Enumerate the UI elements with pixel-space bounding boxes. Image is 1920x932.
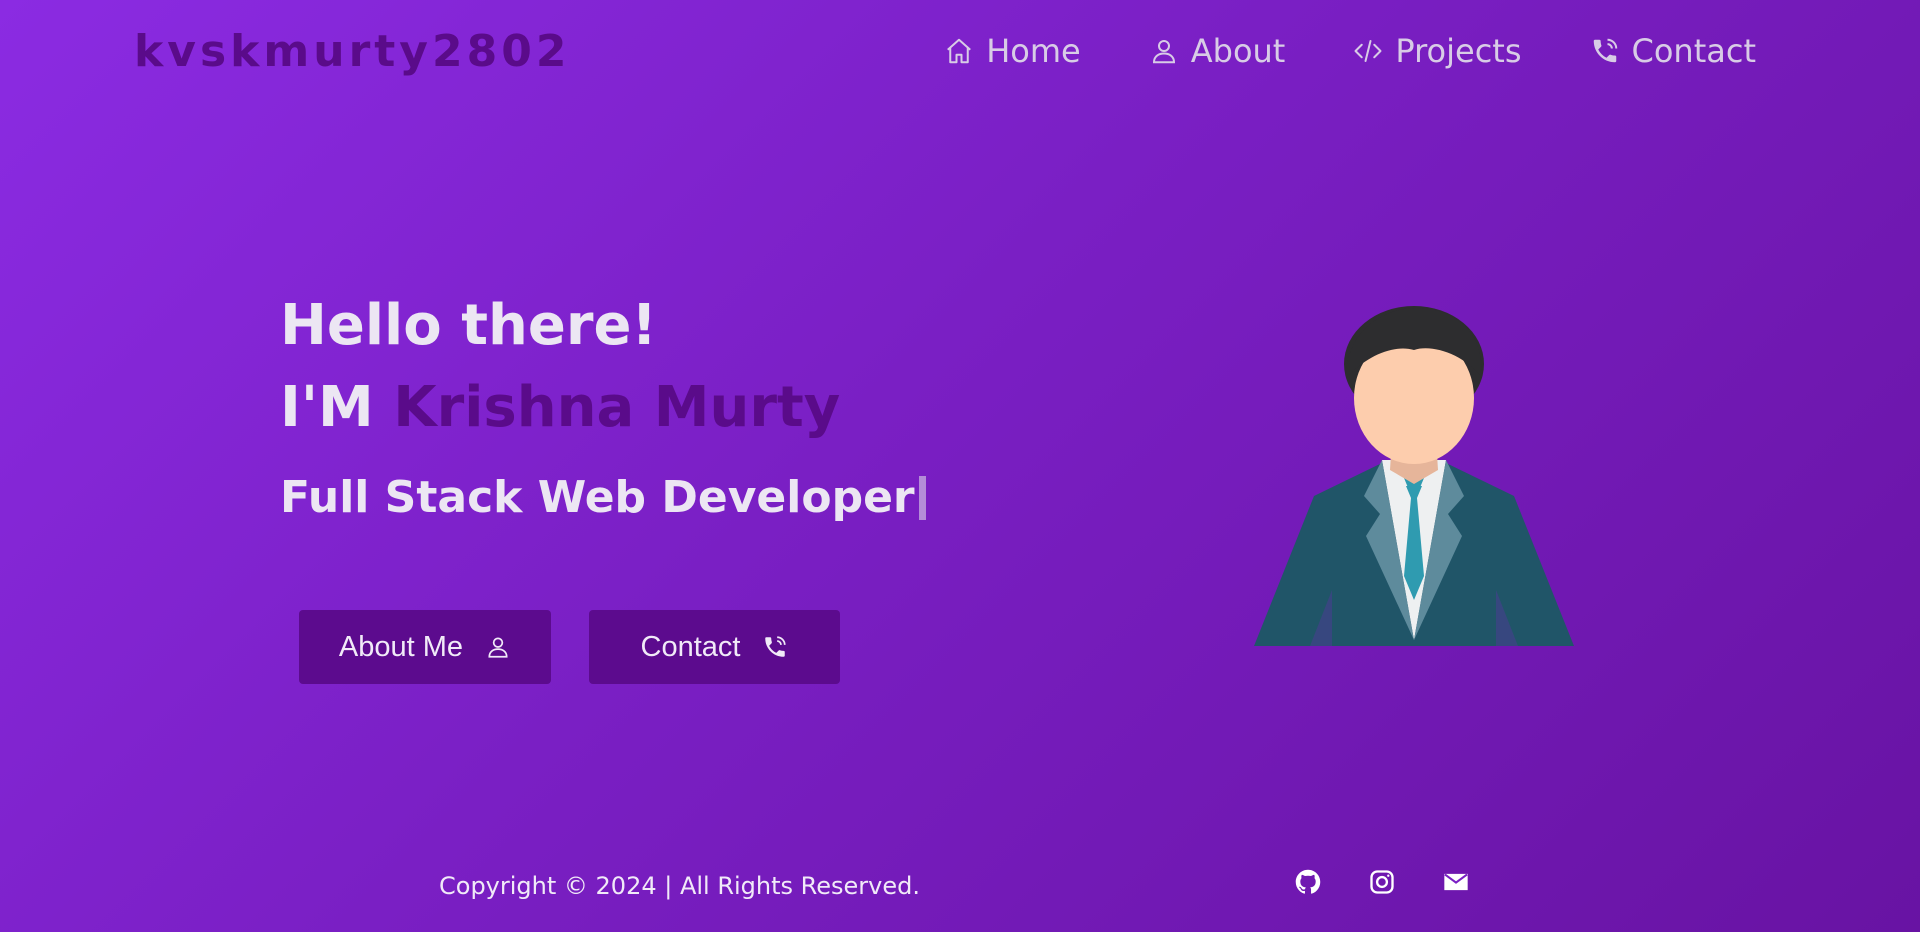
social-links — [1294, 868, 1470, 896]
mail-link[interactable] — [1442, 868, 1470, 896]
github-link[interactable] — [1294, 868, 1322, 896]
hero-section: Hello there! I'M Krishna Murty Full Stac… — [280, 290, 926, 523]
instagram-icon — [1370, 870, 1394, 894]
top-nav: Home About Projects Contact — [944, 32, 1756, 70]
nav-about[interactable]: About — [1149, 32, 1286, 70]
nav-home-label: Home — [986, 32, 1081, 70]
hero-role: Full Stack Web Developer — [280, 472, 926, 523]
hero-name-line: I'M Krishna Murty — [280, 362, 926, 454]
nav-projects-label: Projects — [1395, 32, 1522, 70]
developer-avatar — [1254, 306, 1574, 646]
nav-about-label: About — [1190, 32, 1286, 70]
nav-home[interactable]: Home — [944, 32, 1081, 70]
typing-cursor — [918, 475, 926, 520]
github-icon — [1295, 869, 1321, 894]
hero-role-text: Full Stack Web Developer — [280, 472, 915, 523]
site-logo[interactable]: kvskmurty2802 — [134, 26, 570, 77]
hero-greeting: Hello there! — [280, 293, 657, 358]
code-icon — [1354, 40, 1382, 62]
copyright-text: Copyright © 2024 | All Rights Reserved. — [439, 872, 920, 900]
contact-button-label: Contact — [640, 630, 741, 663]
phone-icon — [1593, 38, 1617, 63]
nav-contact-label: Contact — [1631, 32, 1757, 70]
about-me-button-label: About Me — [338, 630, 464, 663]
instagram-link[interactable] — [1368, 868, 1396, 896]
phone-icon — [765, 636, 787, 657]
home-icon — [947, 38, 972, 64]
contact-button[interactable]: Contact — [589, 610, 840, 684]
user-icon — [1152, 40, 1175, 64]
user-icon — [488, 637, 508, 658]
hero-intro-prefix: I'M — [280, 375, 374, 440]
nav-projects[interactable]: Projects — [1353, 32, 1522, 70]
mail-icon — [1444, 873, 1468, 891]
nav-contact[interactable]: Contact — [1590, 32, 1757, 70]
about-me-button[interactable]: About Me — [299, 610, 551, 684]
hero-name: Krishna Murty — [393, 375, 841, 440]
